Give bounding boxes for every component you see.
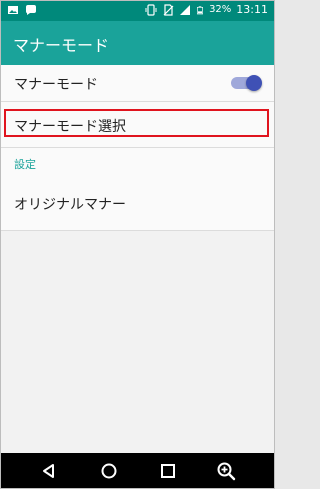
- page-title: マナーモード: [13, 36, 110, 55]
- original-manner-label: オリジナルマナー: [14, 197, 126, 213]
- original-manner-row[interactable]: オリジナルマナー: [1, 174, 274, 230]
- vibrate-icon: [145, 3, 157, 16]
- message-notification-icon: [26, 5, 36, 15]
- battery-icon: [197, 5, 204, 14]
- status-right: 32% 13:11: [145, 3, 268, 16]
- divider: [1, 230, 274, 231]
- no-sim-icon: [163, 3, 174, 16]
- highlight-box: [4, 109, 269, 137]
- signal-icon: [180, 4, 191, 15]
- phone-screen: 32% 13:11 マナーモード マナーモード マナーモード選択 設定 オリジナ…: [0, 0, 275, 489]
- app-bar: マナーモード: [1, 21, 274, 65]
- battery-percent: 32%: [209, 4, 232, 15]
- recent-apps-icon[interactable]: [156, 459, 180, 483]
- zoom-in-icon[interactable]: [214, 459, 238, 483]
- manner-mode-toggle[interactable]: [246, 75, 262, 91]
- home-icon[interactable]: [97, 459, 121, 483]
- status-bar: 32% 13:11: [1, 1, 274, 21]
- settings-list: マナーモード マナーモード選択 設定 オリジナルマナー: [1, 65, 274, 453]
- section-header: 設定: [14, 158, 36, 171]
- manner-mode-row[interactable]: マナーモード: [1, 65, 274, 101]
- navigation-bar: [1, 453, 274, 488]
- status-left: [7, 4, 37, 16]
- back-icon[interactable]: [37, 459, 61, 483]
- section-header-row: 設定: [1, 148, 274, 174]
- manner-mode-label: マナーモード: [14, 77, 98, 93]
- clock: 13:11: [236, 3, 268, 16]
- image-notification-icon: [8, 6, 18, 14]
